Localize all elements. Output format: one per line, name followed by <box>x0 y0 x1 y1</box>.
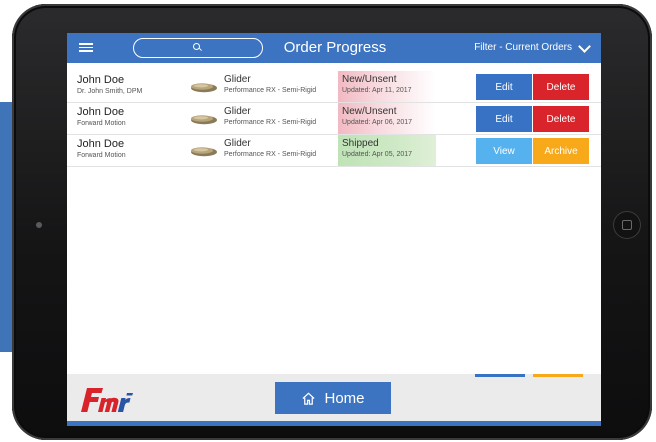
view-button[interactable]: View <box>476 138 532 164</box>
patient-cell: John Doe Forward Motion <box>77 138 187 161</box>
filter-dropdown[interactable]: Filter - Current Orders <box>474 33 591 63</box>
status-text: New/Unsent <box>342 106 397 117</box>
page-title: Order Progress <box>283 39 387 56</box>
order-list: John Doe Dr. John Smith, DPM Glider Perf… <box>67 71 601 167</box>
status-text: New/Unsent <box>342 74 397 85</box>
product-name: Glider <box>224 106 251 117</box>
hardware-home-button[interactable] <box>614 212 640 238</box>
delete-button[interactable]: Delete <box>533 106 589 132</box>
bottom-strip <box>67 421 601 426</box>
product-cell: Glider Performance RX - Semi-Rigid <box>224 106 334 128</box>
product-detail: Performance RX - Semi-Rigid <box>224 119 317 126</box>
chevron-down-icon <box>578 39 591 53</box>
insole-icon <box>191 83 217 93</box>
status-cell: New/Unsent Updated: Apr 06, 2017 <box>338 103 436 134</box>
footer-accent-blue <box>475 374 525 377</box>
status-cell: Shipped Updated: Apr 05, 2017 <box>338 135 436 166</box>
fmr-logo <box>81 388 133 412</box>
filter-label: Filter - Current Orders <box>474 42 572 53</box>
practice-name: Forward Motion <box>77 152 126 159</box>
app-footer: Home <box>67 374 601 426</box>
product-name: Glider <box>224 138 251 149</box>
order-row: John Doe Dr. John Smith, DPM Glider Perf… <box>67 71 601 103</box>
home-button[interactable]: Home <box>275 382 391 414</box>
search-input[interactable] <box>138 39 192 58</box>
patient-cell: John Doe Dr. John Smith, DPM <box>77 74 187 97</box>
footer-accent-orange <box>533 374 583 377</box>
insole-icon <box>191 147 217 157</box>
app-screen: Order Progress Filter - Current Orders J… <box>67 33 601 426</box>
hamburger-icon[interactable] <box>79 41 93 55</box>
patient-name: John Doe <box>77 138 125 150</box>
search-box[interactable] <box>133 38 263 58</box>
patient-cell: John Doe Forward Motion <box>77 106 187 129</box>
product-detail: Performance RX - Semi-Rigid <box>224 87 317 94</box>
status-cell: New/Unsent Updated: Apr 11, 2017 <box>338 71 436 102</box>
updated-date: Updated: Apr 11, 2017 <box>342 87 412 94</box>
product-cell: Glider Performance RX - Semi-Rigid <box>224 138 334 160</box>
updated-date: Updated: Apr 05, 2017 <box>342 151 413 158</box>
patient-name: John Doe <box>77 106 125 118</box>
order-row: John Doe Forward Motion Glider Performan… <box>67 135 601 167</box>
edit-button[interactable]: Edit <box>476 74 532 100</box>
practice-name: Forward Motion <box>77 120 126 127</box>
product-cell: Glider Performance RX - Semi-Rigid <box>224 74 334 96</box>
patient-name: John Doe <box>77 74 125 86</box>
product-name: Glider <box>224 74 251 85</box>
updated-date: Updated: Apr 06, 2017 <box>342 119 413 126</box>
status-text: Shipped <box>342 138 379 149</box>
home-icon <box>302 392 316 405</box>
camera-icon <box>36 222 42 228</box>
edit-button[interactable]: Edit <box>476 106 532 132</box>
delete-button[interactable]: Delete <box>533 74 589 100</box>
home-label: Home <box>324 389 365 407</box>
practice-name: Dr. John Smith, DPM <box>77 88 143 95</box>
search-icon <box>193 43 200 50</box>
archive-button[interactable]: Archive <box>533 138 589 164</box>
insole-icon <box>191 115 217 125</box>
product-detail: Performance RX - Semi-Rigid <box>224 151 317 158</box>
order-row: John Doe Forward Motion Glider Performan… <box>67 103 601 135</box>
app-header: Order Progress Filter - Current Orders <box>67 33 601 63</box>
